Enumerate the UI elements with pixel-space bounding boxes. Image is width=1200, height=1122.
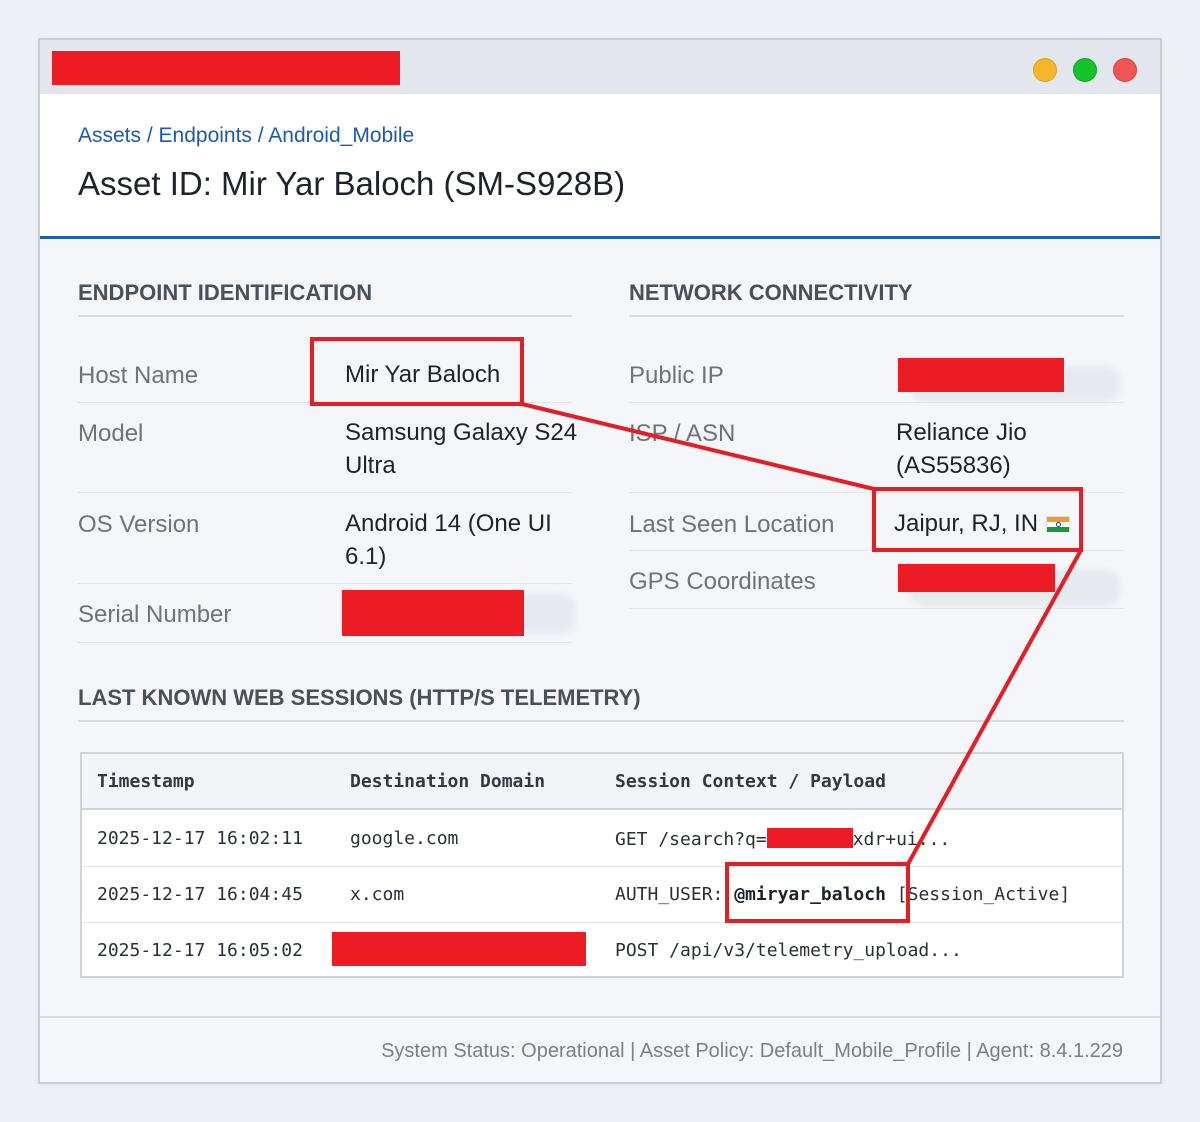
domain-cell: google.com [350, 828, 459, 849]
payload-cell: GET /search?q= xdr+ui... [615, 828, 951, 850]
maximize-dot[interactable] [1073, 58, 1097, 82]
os-version-label: OS Version [78, 511, 200, 538]
model-label: Model [78, 420, 144, 447]
network-section-title: NETWORK CONNECTIVITY [629, 280, 913, 305]
endpoint-section-title: ENDPOINT IDENTIFICATION [78, 280, 373, 305]
timestamp-cell: 2025-12-17 16:04:45 [97, 884, 303, 905]
os-version-value: Android 14 (One UI 6.1) [345, 510, 552, 570]
redacted-window-title [52, 51, 400, 85]
redacted-search-query [766, 828, 853, 848]
column-header-timestamp[interactable]: Timestamp [97, 771, 195, 792]
location-text: Jaipur, RJ, IN [894, 510, 1039, 537]
public-ip-label: Public IP [629, 362, 724, 389]
sessions-section-title: LAST KNOWN WEB SESSIONS (HTTP/S TELEMETR… [78, 685, 641, 710]
isp-label: ISP / ASN [629, 420, 736, 447]
isp-value: Reliance Jio (AS55836) [896, 419, 1027, 479]
timestamp-cell: 2025-12-17 16:05:02 [97, 940, 303, 961]
payload-cell: AUTH_USER: @miryar_baloch [Session_Activ… [615, 884, 1071, 905]
column-header-payload[interactable]: Session Context / Payload [615, 771, 886, 792]
host-name-value: Mir Yar Baloch [345, 361, 501, 388]
endpoint-divider [78, 315, 572, 317]
redacted-public-ip [898, 358, 1064, 392]
page-title: Asset ID: Mir Yar Baloch (SM-S928B) [78, 165, 626, 202]
breadcrumb[interactable]: Assets / Endpoints / Android_Mobile [78, 124, 414, 148]
last-seen-location-value: Jaipur, RJ, IN [894, 507, 1071, 540]
table-row[interactable]: 2025-12-17 16:04:45 x.com AUTH_USER: @mi… [82, 867, 1122, 923]
sessions-table: Timestamp Destination Domain Session Con… [80, 752, 1124, 978]
table-row[interactable]: 2025-12-17 16:02:11 google.com GET /sear… [82, 811, 1122, 867]
payload-cell: POST /api/v3/telemetry_upload... [615, 940, 962, 961]
close-dot[interactable] [1113, 58, 1137, 82]
timestamp-cell: 2025-12-17 16:02:11 [97, 828, 303, 849]
footer-status-text: System Status: Operational | Asset Polic… [381, 1040, 1123, 1062]
gps-coordinates-label: GPS Coordinates [629, 568, 816, 595]
sessions-divider [78, 720, 1124, 722]
india-flag-icon [1046, 516, 1071, 532]
model-value: Samsung Galaxy S24 Ultra [345, 419, 578, 479]
minimize-dot[interactable] [1033, 58, 1057, 82]
redacted-gps-coordinates [898, 564, 1055, 592]
redacted-serial-number [342, 590, 524, 636]
host-name-label: Host Name [78, 362, 199, 389]
table-row[interactable]: 2025-12-17 16:05:02 POST /api/v3/telemet… [82, 923, 1122, 979]
app-window: Assets / Endpoints / Android_Mobile Asse… [38, 38, 1162, 1084]
table-header: Timestamp Destination Domain Session Con… [82, 754, 1122, 810]
network-divider [629, 315, 1124, 317]
last-seen-location-label: Last Seen Location [629, 511, 835, 538]
serial-number-label: Serial Number [78, 601, 232, 628]
auth-username: @miryar_baloch [734, 884, 886, 905]
status-footer: System Status: Operational | Asset Polic… [40, 1016, 1160, 1082]
domain-cell: x.com [350, 884, 405, 905]
page-header: Assets / Endpoints / Android_Mobile Asse… [40, 94, 1160, 239]
column-header-domain[interactable]: Destination Domain [350, 771, 545, 792]
title-bar [40, 40, 1160, 94]
redacted-domain-cell [332, 932, 586, 966]
